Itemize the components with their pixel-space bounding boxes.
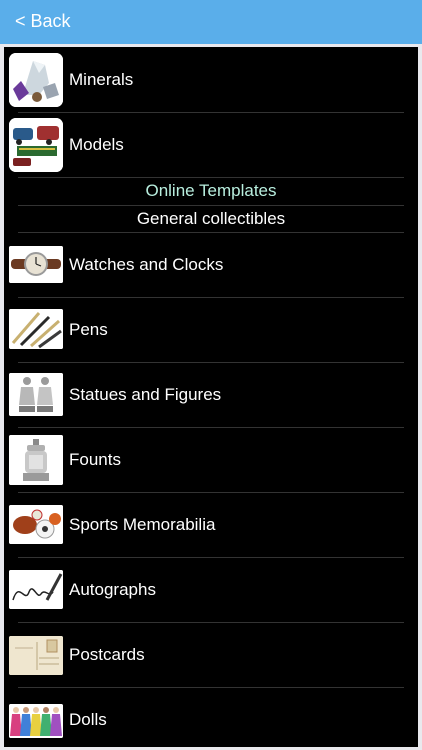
- list-item-pens[interactable]: Pens: [4, 297, 418, 362]
- back-button[interactable]: < Back: [15, 10, 71, 32]
- list-item-label: Minerals: [69, 70, 134, 89]
- autograph-thumbnail: [9, 570, 63, 609]
- nav-bar: < Back: [0, 0, 422, 44]
- watch-thumbnail: [9, 246, 63, 283]
- list-item-watches-and-clocks[interactable]: Watches and Clocks: [4, 232, 418, 297]
- models-thumbnail: [9, 118, 63, 172]
- list-item-label: Sports Memorabilia: [69, 515, 216, 534]
- list-item-dolls[interactable]: Dolls: [4, 687, 418, 747]
- founts-thumbnail: [9, 435, 63, 485]
- general-collectibles-header: General collectibles: [136, 209, 286, 228]
- list-item-label: Pens: [69, 320, 108, 339]
- list-item-label: Dolls: [69, 710, 107, 729]
- list-item-label: Watches and Clocks: [69, 255, 224, 274]
- list-item-autographs[interactable]: Autographs: [4, 557, 418, 622]
- pens-thumbnail: [9, 309, 63, 349]
- online-templates-link[interactable]: Online Templates: [4, 178, 418, 204]
- minerals-thumbnail: [9, 53, 63, 107]
- list-item-founts[interactable]: Founts: [4, 427, 418, 492]
- list-item-minerals[interactable]: Minerals: [4, 47, 418, 112]
- statues-thumbnail: [9, 373, 63, 416]
- category-list[interactable]: Minerals Models Online Templates General…: [4, 47, 418, 747]
- list-item-label: Autographs: [69, 580, 156, 599]
- postcard-thumbnail: [9, 636, 63, 675]
- list-item-sports-memorabilia[interactable]: Sports Memorabilia: [4, 492, 418, 557]
- list-item-label: Founts: [69, 450, 121, 469]
- list-item-models[interactable]: Models: [4, 112, 418, 177]
- sports-thumbnail: [9, 505, 63, 544]
- list-item-label: Postcards: [69, 645, 145, 664]
- list-item-label: Models: [69, 135, 124, 154]
- list-item-label: Statues and Figures: [69, 385, 222, 404]
- list-item-statues-and-figures[interactable]: Statues and Figures: [4, 362, 418, 427]
- dolls-thumbnail: [9, 704, 63, 738]
- list-item-postcards[interactable]: Postcards: [4, 622, 418, 687]
